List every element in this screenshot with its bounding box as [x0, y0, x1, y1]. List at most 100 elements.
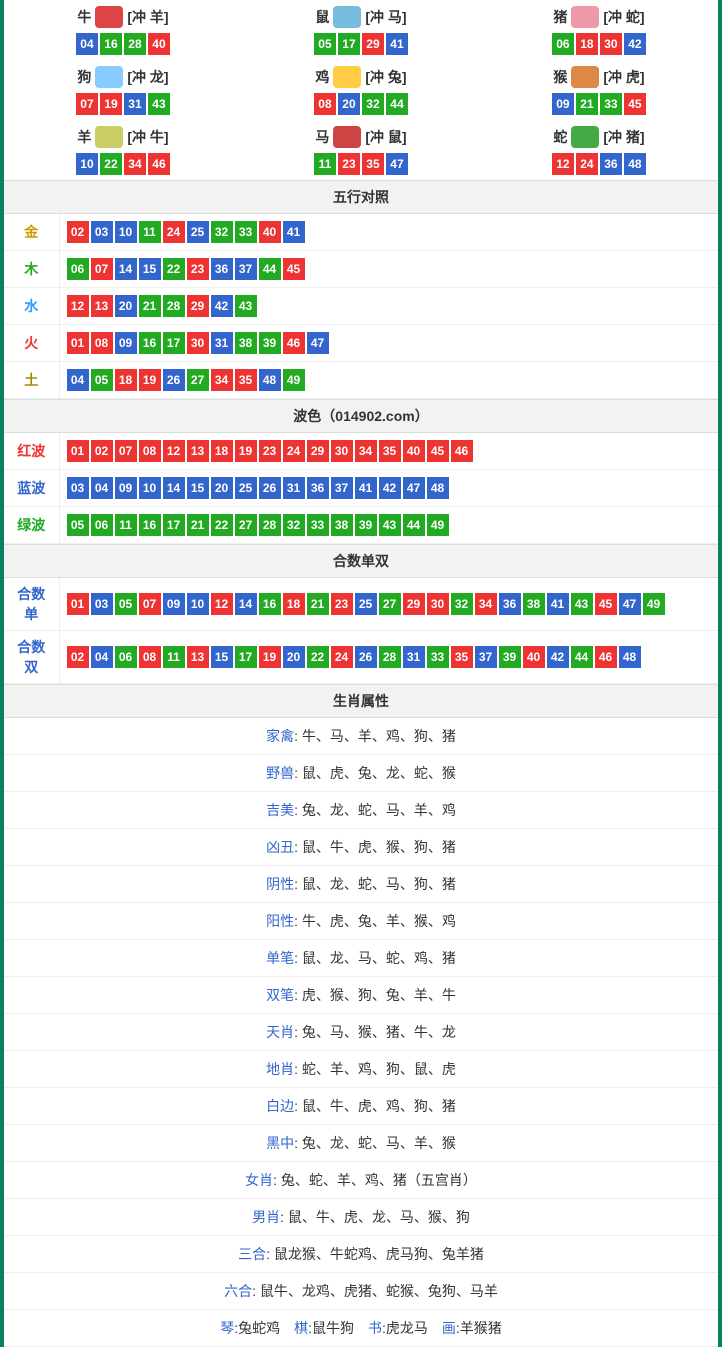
- zodiac-numbers: 07193143: [4, 92, 242, 116]
- zodiac-sub: [冲 牛]: [127, 127, 168, 147]
- zodiac-numbers: 04162840: [4, 32, 242, 56]
- attr-val: 兔、马、猴、猪、牛、龙: [302, 1024, 456, 1040]
- number-ball: 11: [314, 153, 336, 175]
- number-ball: 47: [403, 477, 425, 499]
- table-row: 木06071415222336374445: [4, 251, 718, 288]
- attr-val: 鼠、牛、虎、猴、狗、猪: [302, 839, 456, 855]
- number-ball: 43: [148, 93, 170, 115]
- zodiac-cell: 马[冲 鼠]11233547: [242, 120, 480, 180]
- number-ball: 14: [163, 477, 185, 499]
- zodiac-name: 鸡: [315, 67, 329, 87]
- number-ball: 46: [451, 440, 473, 462]
- attr-sep: :: [294, 839, 302, 855]
- number-ball: 38: [235, 332, 257, 354]
- attr-sep: :: [294, 987, 302, 1003]
- number-ball: 26: [259, 477, 281, 499]
- number-ball: 31: [283, 477, 305, 499]
- zodiac-name: 马: [315, 127, 329, 147]
- zodiac-title: 狗[冲 龙]: [4, 66, 242, 88]
- number-ball: 37: [235, 258, 257, 280]
- attr-row: 野兽: 鼠、虎、兔、龙、蛇、猴: [4, 755, 718, 792]
- attr-key: 野兽: [266, 765, 294, 781]
- number-ball: 46: [595, 646, 617, 668]
- zodiac-icon: [333, 6, 361, 28]
- number-ball: 10: [76, 153, 98, 175]
- table-row: 水1213202128294243: [4, 288, 718, 325]
- attr-sep: :: [294, 1024, 302, 1040]
- attr-key: 三合: [238, 1246, 266, 1262]
- number-ball: 21: [307, 593, 329, 615]
- number-ball: 36: [307, 477, 329, 499]
- number-ball: 34: [124, 153, 146, 175]
- number-ball: 05: [91, 369, 113, 391]
- number-ball: 30: [427, 593, 449, 615]
- number-ball: 26: [355, 646, 377, 668]
- zodiac-icon: [333, 126, 361, 148]
- zodiac-numbers: 05172941: [242, 32, 480, 56]
- number-ball: 16: [139, 514, 161, 536]
- row-label: 水: [4, 288, 59, 325]
- row-label: 合数单: [4, 578, 59, 631]
- number-ball: 08: [91, 332, 113, 354]
- attr-row: 地肖: 蛇、羊、鸡、狗、鼠、虎: [4, 1051, 718, 1088]
- number-ball: 29: [307, 440, 329, 462]
- number-ball: 39: [499, 646, 521, 668]
- zodiac-cell: 狗[冲 龙] 07193143: [4, 60, 242, 120]
- number-ball: 41: [355, 477, 377, 499]
- number-ball: 45: [624, 93, 646, 115]
- attr-row: 家禽: 牛、马、羊、鸡、狗、猪: [4, 718, 718, 755]
- zodiac-sub: [冲 兔]: [365, 67, 406, 87]
- zodiac-sub: [冲 虎]: [603, 67, 644, 87]
- zodiac-numbers: 10223446: [4, 152, 242, 176]
- number-ball: 07: [115, 440, 137, 462]
- attr-row: 阴性: 鼠、龙、蛇、马、狗、猪: [4, 866, 718, 903]
- zodiac-sub: [冲 马]: [365, 7, 406, 27]
- attr-row: 单笔: 鼠、龙、马、蛇、鸡、猪: [4, 940, 718, 977]
- attr-row: 黑中: 兔、龙、蛇、马、羊、猴: [4, 1125, 718, 1162]
- number-ball: 36: [600, 153, 622, 175]
- number-ball: 23: [331, 593, 353, 615]
- attr-key: 阴性: [266, 876, 294, 892]
- number-ball: 44: [259, 258, 281, 280]
- number-ball: 04: [91, 646, 113, 668]
- attr-row: 凶丑: 鼠、牛、虎、猴、狗、猪: [4, 829, 718, 866]
- number-ball: 12: [67, 295, 89, 317]
- number-ball: 11: [139, 221, 161, 243]
- number-ball: 20: [283, 646, 305, 668]
- number-ball: 38: [331, 514, 353, 536]
- attr-val: 鼠牛、龙鸡、虎猪、蛇猴、兔狗、马羊: [260, 1283, 498, 1299]
- attr-row: 女肖: 兔、蛇、羊、鸡、猪（五宫肖）: [4, 1162, 718, 1199]
- number-ball: 07: [139, 593, 161, 615]
- number-ball: 06: [91, 514, 113, 536]
- number-ball: 08: [139, 646, 161, 668]
- attr-val: 蛇、羊、鸡、狗、鼠、虎: [302, 1061, 456, 1077]
- zodiac-numbers: 09213345: [480, 92, 718, 116]
- zodiac-icon: [95, 126, 123, 148]
- number-ball: 08: [139, 440, 161, 462]
- attr-key: 天肖: [266, 1024, 294, 1040]
- number-ball: 03: [91, 593, 113, 615]
- row-label: 红波: [4, 433, 59, 470]
- bose-table: 红波0102070812131819232429303435404546蓝波03…: [4, 433, 718, 544]
- row-label: 金: [4, 214, 59, 251]
- attr-val: 兔蛇鸡: [238, 1320, 280, 1336]
- attr-val: 鼠、龙、蛇、马、狗、猪: [302, 876, 456, 892]
- number-ball: 21: [139, 295, 161, 317]
- row-label: 合数双: [4, 631, 59, 684]
- number-ball: 04: [76, 33, 98, 55]
- number-ball: 20: [338, 93, 360, 115]
- row-label: 绿波: [4, 507, 59, 544]
- zodiac-icon: [571, 126, 599, 148]
- zodiac-cell: 鼠[冲 马]05172941: [242, 0, 480, 60]
- number-ball: 30: [187, 332, 209, 354]
- attr-row: 阳性: 牛、虎、兔、羊、猴、鸡: [4, 903, 718, 940]
- number-ball: 11: [115, 514, 137, 536]
- attr-key: 凶丑: [266, 839, 294, 855]
- number-ball: 45: [595, 593, 617, 615]
- attr-sep: :: [294, 1061, 302, 1077]
- attr-key: 黑中: [266, 1135, 294, 1151]
- zodiac-name: 狗: [77, 67, 91, 87]
- attr-val: 鼠、龙、马、蛇、鸡、猪: [302, 950, 456, 966]
- number-ball: 17: [338, 33, 360, 55]
- number-ball: 27: [379, 593, 401, 615]
